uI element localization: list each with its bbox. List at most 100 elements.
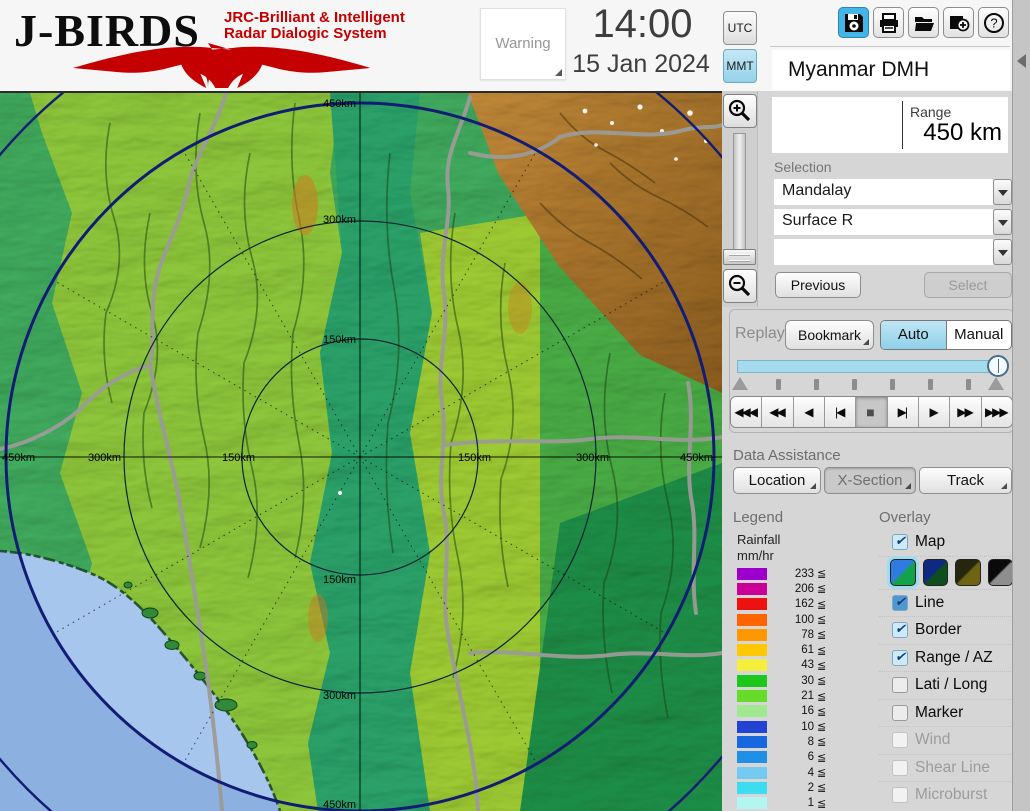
playback-rewind[interactable]: ◀◀ xyxy=(762,397,793,427)
corner-arrow-icon xyxy=(1001,483,1007,489)
overlay-checkbox[interactable] xyxy=(892,705,908,721)
folder-icon xyxy=(913,12,935,34)
corner-arrow-icon xyxy=(810,483,816,489)
select-button[interactable]: Select xyxy=(924,272,1012,298)
radar-map: 450km 300km 150km 150km 300km 450km 450k… xyxy=(0,93,722,811)
map-style-swatch[interactable] xyxy=(923,559,949,586)
site-dropdown[interactable]: Mandalay xyxy=(774,179,1012,205)
zoom-in-button[interactable] xyxy=(723,94,757,128)
legend-color-swatch xyxy=(737,736,767,748)
legend-color-swatch xyxy=(737,659,767,671)
overlay-item[interactable]: ✔ Range / AZ xyxy=(879,644,1013,672)
open-folder-button[interactable] xyxy=(908,7,939,38)
overlay-checkbox[interactable] xyxy=(892,760,908,776)
help-button[interactable]: ? xyxy=(978,7,1009,38)
overlay-item[interactable]: ✔ Line xyxy=(879,589,1013,617)
overlay-checkbox[interactable] xyxy=(892,677,908,693)
playback-stop[interactable]: ■ xyxy=(856,397,887,427)
overlay-item-label: Line xyxy=(915,594,944,612)
playback-rewind-fast[interactable]: ◀◀◀ xyxy=(731,397,762,427)
question-icon: ? xyxy=(983,12,1005,34)
checkmark-icon: ✔ xyxy=(895,533,906,549)
playback-play[interactable]: ▶ xyxy=(919,397,950,427)
legend-lte-symbol: ≦ xyxy=(817,582,826,595)
manual-mode-button[interactable]: Manual xyxy=(947,321,1012,349)
playback-forward[interactable]: ▶▶ xyxy=(950,397,981,427)
time-slider-handle[interactable] xyxy=(987,355,1009,377)
overlay-checkbox[interactable] xyxy=(892,732,908,748)
overlay-checkbox[interactable] xyxy=(892,787,908,803)
time-slider-track[interactable] xyxy=(737,360,999,373)
timezone-mmt-button[interactable]: MMT xyxy=(723,49,757,83)
map-zoom-strip xyxy=(722,91,758,307)
legend-lte-symbol: ≦ xyxy=(817,644,826,657)
legend-row: 16 ≦ xyxy=(737,704,849,719)
jbirds-logo: J-BIRDS JRC-Brilliant & Intelligent Rada… xyxy=(8,2,468,90)
overlay-checkbox[interactable]: ✔ xyxy=(892,650,908,666)
control-panel: Range 450 km Selection Mandalay Surface … xyxy=(722,91,1030,811)
svg-text:300km: 300km xyxy=(323,214,356,226)
previous-button[interactable]: Previous xyxy=(775,272,861,298)
playback-play-reverse[interactable]: ◀ xyxy=(794,397,825,427)
legend-color-swatch xyxy=(737,797,767,809)
svg-text:300km: 300km xyxy=(576,452,609,464)
zoom-slider-handle[interactable] xyxy=(723,249,756,265)
overlay-item[interactable]: ✔ Border xyxy=(879,616,1013,644)
legend-row: 43 ≦ xyxy=(737,658,849,673)
option-dropdown[interactable] xyxy=(774,239,1012,265)
slider-end-marker[interactable] xyxy=(988,377,1004,390)
legend-unit-1: Rainfall xyxy=(737,532,780,547)
svg-text:450km: 450km xyxy=(2,452,35,464)
legend-color-swatch xyxy=(737,690,767,702)
playback-controls: ◀◀◀◀◀◀|◀■▶|▶▶▶▶▶▶ xyxy=(730,396,1013,428)
panel-edge-strip xyxy=(1012,0,1030,811)
rainfall-legend: 233 ≦ 206 ≦ 162 ≦ 100 ≦ 78 ≦ 61 ≦ 43 ≦ 3… xyxy=(737,566,849,811)
chevron-down-icon[interactable] xyxy=(993,179,1012,205)
map-style-swatch[interactable] xyxy=(988,559,1014,586)
zoom-slider-track[interactable] xyxy=(733,133,746,265)
slider-tick xyxy=(814,379,819,390)
capture-add-button[interactable] xyxy=(943,7,974,38)
playback-step-back[interactable]: |◀ xyxy=(825,397,856,427)
legend-row: 1 ≦ xyxy=(737,795,849,810)
product-dropdown[interactable]: Surface R xyxy=(774,209,1012,235)
bookmark-button[interactable]: Bookmark xyxy=(785,320,874,350)
auto-mode-button[interactable]: Auto xyxy=(881,321,947,349)
warning-label: Warning xyxy=(481,35,565,52)
collapse-panel-icon[interactable] xyxy=(1017,54,1026,68)
zoom-out-button[interactable] xyxy=(723,269,757,303)
legend-value: 30 xyxy=(767,675,814,687)
legend-value: 6 xyxy=(767,751,814,763)
overlay-item[interactable]: Marker xyxy=(879,699,1013,727)
overlay-item[interactable]: ✔ Map xyxy=(879,528,1013,556)
radar-map-area[interactable]: 450km 300km 150km 150km 300km 450km 450k… xyxy=(0,91,722,811)
map-style-swatch[interactable] xyxy=(955,559,981,586)
slider-tick xyxy=(966,379,971,390)
track-button[interactable]: Track xyxy=(919,467,1012,494)
save-button[interactable] xyxy=(838,7,869,38)
svg-text:300km: 300km xyxy=(88,452,121,464)
print-button[interactable] xyxy=(873,7,904,38)
map-style-swatch[interactable] xyxy=(890,559,916,586)
warning-selector[interactable]: Warning xyxy=(480,8,566,80)
legend-color-swatch xyxy=(737,568,767,580)
location-button[interactable]: Location xyxy=(733,467,821,494)
overlay-checkbox[interactable]: ✔ xyxy=(892,534,908,550)
overlay-item-label: Shear Line xyxy=(915,759,990,777)
chevron-down-icon[interactable] xyxy=(993,209,1012,235)
legend-value: 162 xyxy=(767,598,814,610)
svg-text:300km: 300km xyxy=(323,690,356,702)
timezone-utc-button[interactable]: UTC xyxy=(723,11,757,45)
data-assistance-label: Data Assistance xyxy=(733,447,841,464)
legend-lte-symbol: ≦ xyxy=(817,567,826,580)
legend-value: 1 xyxy=(767,797,814,809)
chevron-down-icon[interactable] xyxy=(993,239,1012,265)
playback-step-forward[interactable]: ▶| xyxy=(888,397,919,427)
overlay-checkbox[interactable]: ✔ xyxy=(892,595,908,611)
overlay-item-label: Microburst xyxy=(915,786,987,804)
slider-start-marker[interactable] xyxy=(732,377,748,390)
overlay-item[interactable]: Lati / Long xyxy=(879,671,1013,699)
overlay-checkbox[interactable]: ✔ xyxy=(892,622,908,638)
xsection-button[interactable]: X-Section xyxy=(824,467,916,494)
playback-forward-fast[interactable]: ▶▶▶ xyxy=(982,397,1012,427)
